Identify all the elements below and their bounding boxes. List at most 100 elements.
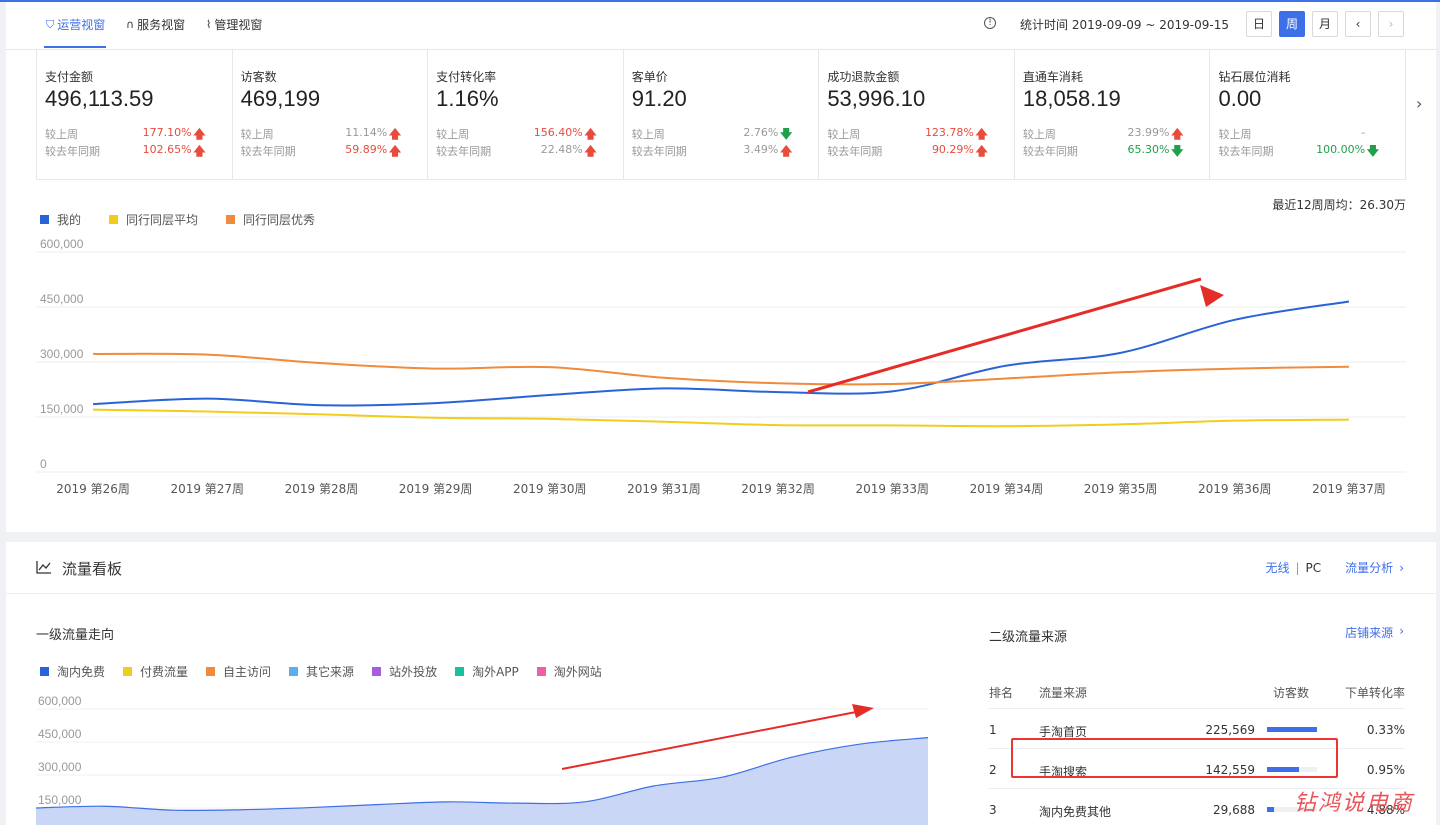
- compare-last-week: 较上周 156.40% 🡅: [436, 126, 597, 142]
- compare-pct: 2.76%: [743, 126, 779, 139]
- compare-last-week: 较上周 23.99% 🡅: [1022, 126, 1184, 142]
- legend-item-mine[interactable]: 我的: [40, 211, 81, 228]
- compare-label: 较去年同期: [1022, 145, 1078, 158]
- highlight-box: [1011, 738, 1338, 778]
- trend-arrow-head: [1200, 285, 1224, 307]
- metric-name: 访客数: [240, 70, 277, 84]
- compare-last-year: 较去年同期 100.00% 🡇: [1218, 143, 1379, 159]
- compare-pct: 65.30%: [1127, 143, 1170, 156]
- wireless-link[interactable]: 无线: [1265, 559, 1289, 576]
- period-week-button[interactable]: 周: [1279, 11, 1305, 37]
- compare-last-week: 较上周 2.76% 🡇: [631, 126, 793, 142]
- metric-name: 支付金额: [45, 70, 94, 84]
- period-month-button[interactable]: 月: [1312, 11, 1338, 37]
- metric-card[interactable]: 访客数 469,199 较上周 11.14% 🡅 较去年同期 59.89% 🡅: [233, 50, 429, 179]
- tab-management-label: 管理视窗: [214, 18, 263, 32]
- chevron-right-icon: ›: [1388, 17, 1394, 31]
- metric-value: 469,199: [240, 86, 321, 111]
- legend-label: 站外投放: [389, 665, 438, 679]
- row-source: 淘内免费其他: [1039, 805, 1112, 819]
- y-tick-label: 600,000: [38, 694, 82, 708]
- traffic-legend-item[interactable]: 淘外APP: [455, 663, 519, 680]
- cards-next-arrow-icon[interactable]: ›: [1416, 94, 1422, 113]
- x-tick-label: 2019 第26周: [56, 482, 130, 496]
- legend-label: 淘外网站: [553, 665, 602, 679]
- compare-label: 较上周: [631, 128, 665, 141]
- tab-service[interactable]: ∩ 服务视窗: [126, 16, 185, 33]
- tab-service-label: 服务视窗: [137, 18, 186, 32]
- traffic-legend: 淘内免费 付费流量 自主访问 其它来源 站外投放 淘外APP 淘外网站: [40, 663, 602, 680]
- info-icon[interactable]: !: [984, 17, 996, 29]
- compare-last-year: 较去年同期 59.89% 🡅: [240, 143, 402, 159]
- row-conversion: 0.95%: [1366, 763, 1405, 777]
- legend-swatch: [40, 667, 49, 676]
- traffic-legend-item[interactable]: 淘外网站: [536, 663, 602, 680]
- metric-value: 1.16%: [436, 86, 499, 111]
- metric-cards: 支付金额 496,113.59 较上周 177.10% 🡅 较去年同期 102.…: [36, 50, 1406, 180]
- traffic-legend-item[interactable]: 付费流量: [123, 663, 188, 680]
- tab-operations[interactable]: ⛉ 运营视窗: [46, 16, 105, 33]
- col-visitors: 访客数: [1273, 686, 1310, 700]
- metric-card[interactable]: 钻石展位消耗 0.00 较上周 - 较去年同期 100.00% 🡇: [1210, 50, 1405, 179]
- legend-swatch: [455, 667, 465, 676]
- metric-card[interactable]: 支付转化率 1.16% 较上周 156.40% 🡅 较去年同期 22.48% 🡅: [428, 50, 624, 179]
- compare-label: 较去年同期: [240, 145, 296, 158]
- arrow-up-icon: 🡅: [193, 144, 206, 158]
- arrow-up-icon: 🡅: [388, 144, 402, 158]
- compare-last-year: 较去年同期 102.65% 🡅: [45, 143, 206, 159]
- arrow-up-icon: 🡅: [779, 144, 793, 158]
- metric-card[interactable]: 支付金额 496,113.59 较上周 177.10% 🡅 较去年同期 102.…: [37, 50, 233, 179]
- metric-card[interactable]: 客单价 91.20 较上周 2.76% 🡇 较去年同期 3.49% 🡅: [624, 50, 820, 179]
- x-tick-label: 2019 第32周: [741, 482, 815, 496]
- next-period-button[interactable]: ›: [1378, 11, 1404, 37]
- traffic-legend-item[interactable]: 自主访问: [206, 663, 271, 680]
- main-chart-legend: 我的 同行同层平均 同行同层优秀: [40, 211, 315, 228]
- legend-label: 同行同层平均: [126, 213, 199, 227]
- traffic-panel-links: 无线 | PC 流量分析 ›: [1265, 559, 1404, 576]
- legend-swatch: [123, 667, 133, 676]
- series-line: [93, 408, 1349, 428]
- arrow-up-icon: 🡅: [975, 144, 988, 158]
- shop-source-link[interactable]: 店铺来源: [1345, 624, 1393, 641]
- tab-management[interactable]: ⌇ 管理视窗: [206, 16, 262, 33]
- metric-value: 53,996.10: [827, 86, 926, 111]
- metric-card[interactable]: 直通车消耗 18,058.19 较上周 23.99% 🡅 较去年同期 65.30…: [1015, 50, 1211, 179]
- legend-item-peer-excellent[interactable]: 同行同层优秀: [226, 211, 315, 228]
- compare-last-year: 较去年同期 3.49% 🡅: [632, 143, 793, 159]
- traffic-panel-title: 流量看板: [62, 560, 123, 578]
- x-tick-label: 2019 第33周: [855, 482, 929, 496]
- col-rank: 排名: [989, 686, 1014, 700]
- x-tick-label: 2019 第30周: [513, 482, 587, 496]
- pc-link[interactable]: PC: [1306, 561, 1322, 575]
- compare-label: 较上周: [1022, 128, 1056, 141]
- traffic-analysis-link[interactable]: 流量分析: [1345, 559, 1393, 576]
- metric-value: 91.20: [631, 86, 687, 111]
- series-area: [36, 737, 928, 825]
- legend-swatch: [289, 667, 299, 676]
- compare-last-week: 较上周 177.10% 🡅: [45, 126, 206, 142]
- compare-last-week: 较上周 123.78% 🡅: [827, 126, 988, 142]
- y-tick-label: 0: [40, 457, 47, 471]
- metric-card[interactable]: 成功退款金额 53,996.10 较上周 123.78% 🡅 较去年同期 90.…: [819, 50, 1015, 179]
- row-conversion: 0.33%: [1366, 723, 1405, 737]
- headset-icon: ∩: [126, 18, 135, 31]
- traffic-legend-item[interactable]: 站外投放: [372, 663, 437, 680]
- stat-time: 统计时间 2019-09-09 ~ 2019-09-15: [1020, 18, 1229, 32]
- legend-label: 自主访问: [223, 665, 272, 679]
- y-tick-label: 450,000: [40, 292, 84, 306]
- x-tick-label: 2019 第29周: [399, 482, 473, 496]
- metric-value: 18,058.19: [1022, 86, 1121, 111]
- arrow-down-icon: 🡇: [1366, 144, 1380, 158]
- prev-period-button[interactable]: ‹: [1345, 11, 1371, 37]
- legend-swatch: [536, 667, 546, 676]
- row-visitors: 225,569: [1205, 723, 1255, 737]
- y-tick-label: 450,000: [38, 727, 82, 741]
- compare-label: 较上周: [827, 128, 861, 141]
- visitor-bar-fill: [1267, 807, 1274, 812]
- legend-item-peer-average[interactable]: 同行同层平均: [109, 211, 198, 228]
- period-day-button[interactable]: 日: [1246, 11, 1272, 37]
- metric-name: 客单价: [631, 70, 668, 84]
- traffic-legend-item[interactable]: 其它来源: [289, 663, 354, 680]
- active-tab-underline: [44, 46, 106, 48]
- traffic-legend-item[interactable]: 淘内免费: [40, 663, 105, 680]
